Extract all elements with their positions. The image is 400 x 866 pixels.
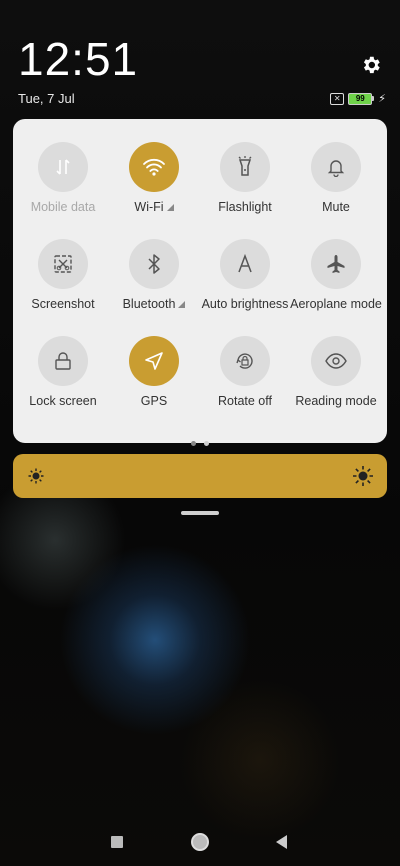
tile-label: Lock screen — [29, 394, 97, 408]
quick-settings-panel: Mobile data Wi-Fi Flashlight Mute Screen… — [13, 119, 387, 446]
page-dot-1[interactable] — [191, 441, 196, 446]
brightness-high-icon — [353, 466, 373, 486]
brightness-low-icon — [28, 468, 44, 484]
status-icons: ✕ 99 ⚡ — [330, 92, 386, 105]
tile-gps[interactable]: GPS — [108, 336, 200, 408]
page-dot-2[interactable] — [204, 441, 209, 446]
home-button[interactable] — [191, 833, 209, 851]
auto-brightness-icon — [220, 239, 270, 289]
tile-label: Reading mode — [295, 394, 377, 408]
no-sim-icon: ✕ — [330, 92, 345, 105]
tile-flashlight[interactable]: Flashlight — [199, 142, 291, 214]
clock[interactable]: 12:51 — [18, 32, 138, 86]
lock-icon — [38, 336, 88, 386]
bell-icon — [311, 142, 361, 192]
eye-icon — [311, 336, 361, 386]
screenshot-icon — [38, 239, 88, 289]
tile-mobile-data[interactable]: Mobile data — [17, 142, 109, 214]
expand-triangle-icon — [178, 301, 186, 308]
expand-triangle-icon — [166, 204, 174, 211]
page-indicator — [13, 433, 387, 451]
recents-button[interactable] — [111, 836, 123, 848]
mobile-data-icon — [38, 142, 88, 192]
tile-label: Auto brightness — [201, 297, 289, 311]
tile-aeroplane-mode[interactable]: Aeroplane mode — [290, 239, 382, 311]
rotate-lock-icon — [220, 336, 270, 386]
tile-screenshot[interactable]: Screenshot — [17, 239, 109, 311]
tile-label: Wi-Fi — [134, 200, 164, 214]
bluetooth-icon — [129, 239, 179, 289]
tile-lock-screen[interactable]: Lock screen — [17, 336, 109, 408]
tile-label: Flashlight — [218, 200, 272, 214]
tile-mute[interactable]: Mute — [290, 142, 382, 214]
tile-reading-mode[interactable]: Reading mode — [290, 336, 382, 408]
battery-icon: 99 — [348, 92, 375, 105]
tile-label: Bluetooth — [122, 297, 176, 311]
gear-icon[interactable] — [360, 54, 382, 76]
tile-label: GPS — [140, 394, 168, 408]
flashlight-icon — [220, 142, 270, 192]
navigation-bar — [0, 828, 400, 858]
bolt-icon: ⚡ — [378, 93, 386, 105]
tile-wifi[interactable]: Wi-Fi — [108, 142, 200, 214]
tile-label: Screenshot — [31, 297, 95, 311]
brightness-slider[interactable] — [13, 454, 387, 498]
tile-label: Mobile data — [30, 200, 96, 214]
location-icon — [129, 336, 179, 386]
tile-label: Rotate off — [218, 394, 272, 408]
tile-label: Aeroplane mode — [290, 297, 382, 311]
drag-handle[interactable] — [181, 511, 219, 515]
date[interactable]: Tue, 7 Jul — [18, 91, 75, 106]
tile-bluetooth[interactable]: Bluetooth — [108, 239, 200, 311]
wifi-icon — [129, 142, 179, 192]
tile-rotate-off[interactable]: Rotate off — [199, 336, 291, 408]
tile-auto-brightness[interactable]: Auto brightness — [199, 239, 291, 311]
battery-level: 99 — [348, 92, 373, 105]
tile-label: Mute — [322, 200, 350, 214]
back-button[interactable] — [276, 835, 287, 849]
airplane-icon — [311, 239, 361, 289]
